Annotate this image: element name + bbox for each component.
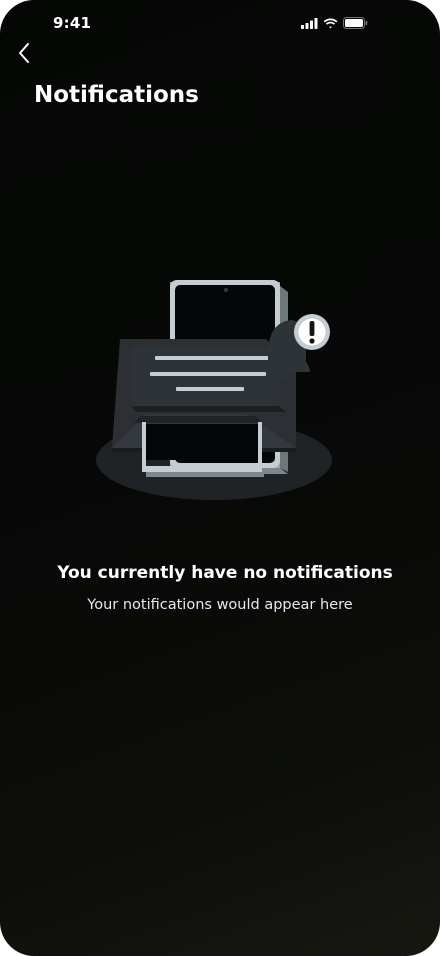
battery-icon [343,17,368,29]
notifications-screen: 9:41 Notifications You currently have no… [0,0,440,956]
wifi-icon [323,18,338,28]
page-title: Notifications [34,82,199,108]
status-icons [301,17,368,29]
status-bar: 9:41 [0,0,440,48]
signal-icon [301,17,318,29]
chevron-left-icon [19,43,29,63]
empty-state-title: You currently have no notifications [57,563,393,583]
empty-state-subtitle: Your notifications would appear here [87,597,353,613]
status-time: 9:41 [53,14,92,32]
back-button[interactable] [12,40,36,66]
phone-envelope-alert-illustration [96,280,332,500]
